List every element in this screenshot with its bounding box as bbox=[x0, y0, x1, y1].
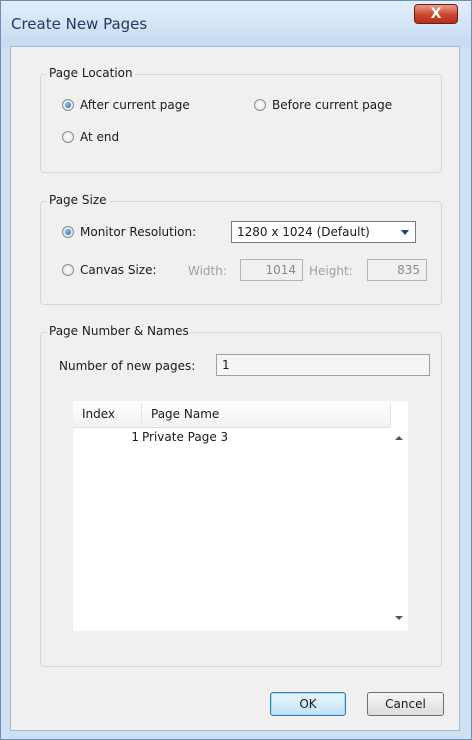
page-names-title: Page Number & Names bbox=[47, 324, 191, 338]
radio-unselected-icon bbox=[254, 99, 266, 111]
list-header: Index Page Name bbox=[73, 401, 391, 428]
row-page-name: Private Page 3 bbox=[142, 430, 229, 444]
column-header-page-name[interactable]: Page Name bbox=[151, 407, 219, 421]
page-names-group: Page Number & Names Number of new pages:… bbox=[40, 324, 442, 667]
page-location-title: Page Location bbox=[47, 66, 135, 80]
close-button[interactable]: X bbox=[414, 4, 458, 24]
radio-label: Monitor Resolution: bbox=[80, 225, 197, 239]
radio-selected-icon bbox=[62, 99, 74, 111]
radio-unselected-icon bbox=[62, 264, 74, 276]
list-item[interactable]: 1 Private Page 3 bbox=[73, 428, 391, 446]
radio-canvas-size[interactable]: Canvas Size: bbox=[62, 263, 157, 277]
dialog-title: Create New Pages bbox=[11, 15, 148, 33]
height-label: Height: bbox=[309, 264, 353, 278]
scroll-up-icon[interactable] bbox=[395, 436, 403, 440]
monitor-resolution-dropdown[interactable]: 1280 x 1024 (Default) bbox=[231, 221, 416, 243]
width-field[interactable]: 1014 bbox=[240, 259, 303, 281]
radio-after-current-page[interactable]: After current page bbox=[62, 98, 190, 112]
chevron-down-icon bbox=[401, 230, 409, 235]
number-of-pages-input[interactable]: 1 bbox=[216, 354, 430, 376]
cancel-button[interactable]: Cancel bbox=[367, 692, 444, 716]
radio-before-current-page[interactable]: Before current page bbox=[254, 98, 392, 112]
width-label: Width: bbox=[188, 264, 227, 278]
create-new-pages-dialog: Create New Pages X Page Location After c… bbox=[0, 0, 472, 740]
height-field[interactable]: 835 bbox=[367, 259, 427, 281]
page-size-group: Page Size Monitor Resolution: 1280 x 102… bbox=[40, 193, 442, 305]
radio-selected-icon bbox=[62, 226, 74, 238]
column-divider[interactable] bbox=[390, 403, 391, 425]
radio-monitor-resolution[interactable]: Monitor Resolution: bbox=[62, 225, 196, 239]
close-icon: X bbox=[430, 6, 442, 22]
row-index: 1 bbox=[131, 430, 139, 444]
radio-label: Canvas Size: bbox=[80, 263, 157, 277]
page-location-group: Page Location After current page Before … bbox=[40, 66, 442, 173]
radio-label: After current page bbox=[80, 98, 190, 112]
radio-label: Before current page bbox=[272, 98, 393, 112]
number-of-pages-label: Number of new pages: bbox=[59, 359, 196, 373]
page-size-title: Page Size bbox=[47, 193, 109, 207]
radio-at-end[interactable]: At end bbox=[62, 130, 119, 144]
title-bar[interactable]: Create New Pages X bbox=[1, 1, 471, 47]
dropdown-value: 1280 x 1024 (Default) bbox=[237, 225, 370, 239]
width-value: 1014 bbox=[265, 263, 296, 277]
ok-button[interactable]: OK bbox=[270, 692, 346, 716]
scroll-down-icon[interactable] bbox=[395, 616, 403, 620]
list-scrollbar[interactable] bbox=[391, 427, 408, 631]
radio-unselected-icon bbox=[62, 131, 74, 143]
column-header-index[interactable]: Index bbox=[82, 407, 115, 421]
radio-label: At end bbox=[80, 130, 120, 144]
page-list[interactable]: Index Page Name 1 Private Page 3 bbox=[73, 401, 408, 631]
dialog-body: Page Location After current page Before … bbox=[10, 46, 460, 731]
column-divider[interactable] bbox=[141, 403, 142, 425]
height-value: 835 bbox=[397, 263, 420, 277]
number-of-pages-value: 1 bbox=[222, 358, 230, 372]
